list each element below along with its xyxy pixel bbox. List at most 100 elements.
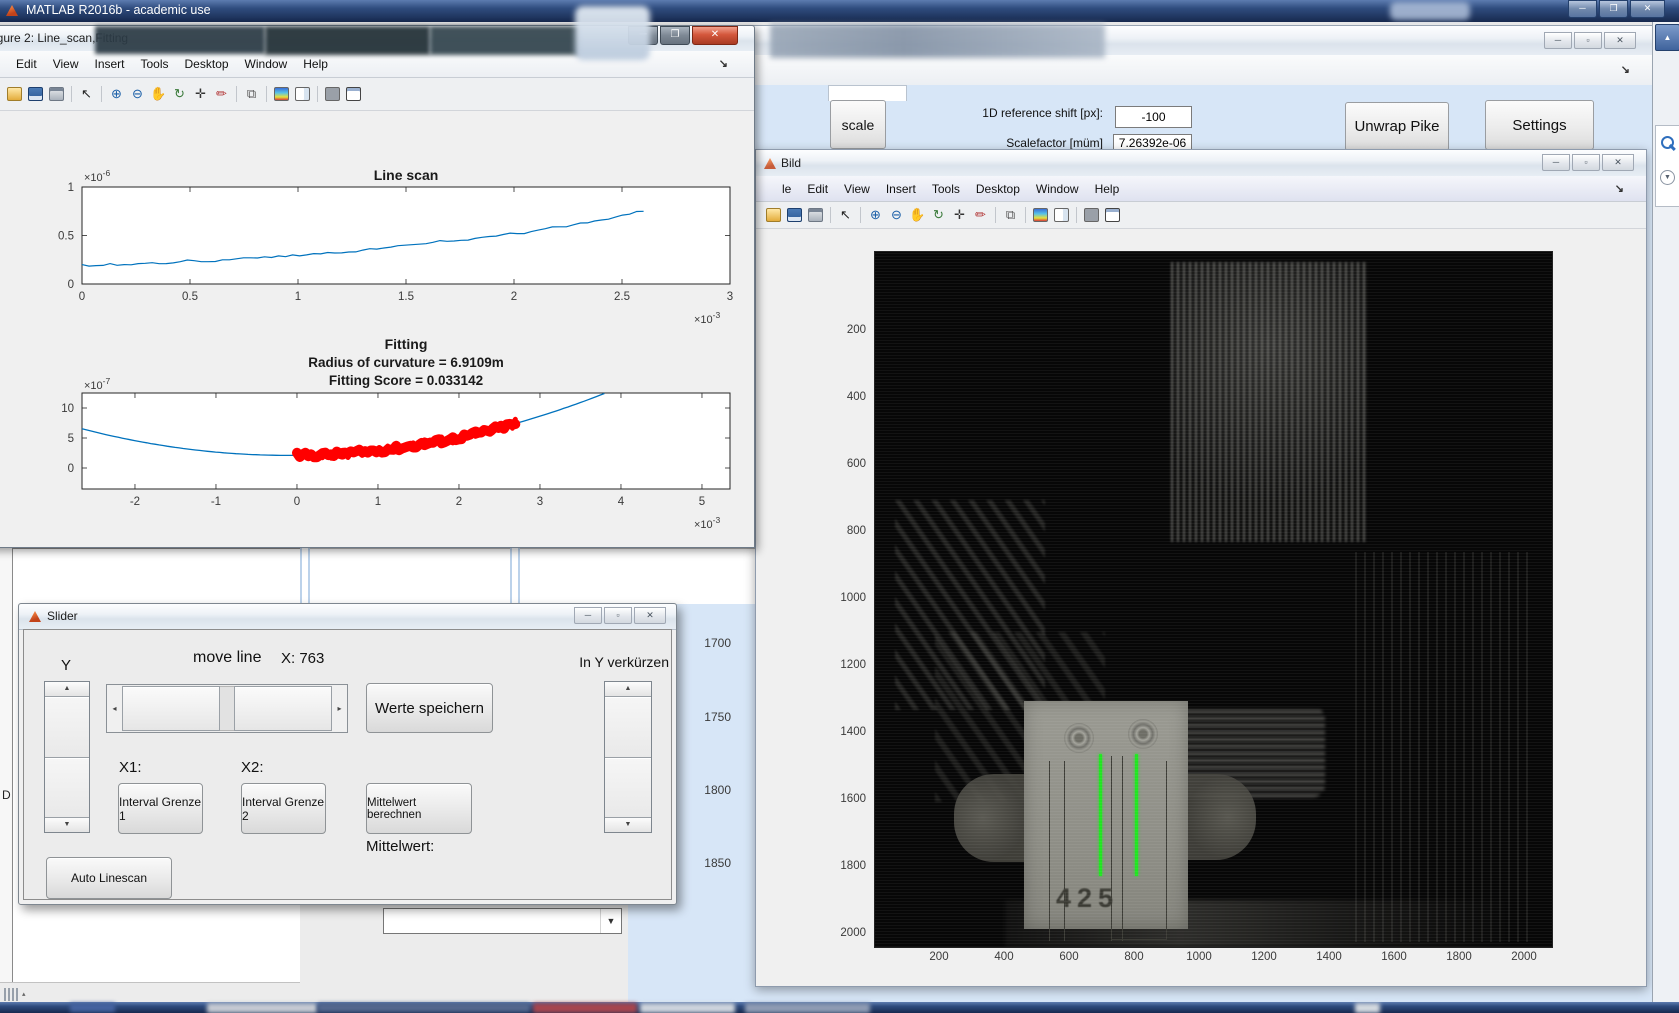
- menu-item-view[interactable]: View: [45, 57, 87, 71]
- mean-button[interactable]: Mittelwert berechnen: [366, 783, 472, 834]
- bild-minimize-button[interactable]: ─: [1542, 154, 1570, 171]
- combobox-arrow-icon[interactable]: ▼: [600, 909, 621, 933]
- move-line-slider[interactable]: ◂ ▸: [106, 684, 348, 733]
- insert-colorbar-icon[interactable]: [1032, 207, 1049, 223]
- link-plots-icon[interactable]: ⧉: [243, 86, 260, 102]
- menu-item-window[interactable]: Window: [237, 57, 296, 71]
- auto-linescan-button[interactable]: Auto Linescan: [46, 857, 172, 899]
- taskbar-item[interactable]: [318, 1003, 530, 1012]
- y-slider-left[interactable]: ▲ ▼: [44, 681, 90, 833]
- dock-arrow-icon[interactable]: ↘: [711, 57, 736, 70]
- slider-down-icon[interactable]: ▼: [45, 817, 89, 832]
- taskbar-item[interactable]: [533, 1003, 637, 1013]
- scale-button[interactable]: scale: [830, 100, 886, 149]
- bild-maximize-button[interactable]: ▫: [1572, 154, 1600, 171]
- slider-close-button[interactable]: ✕: [634, 607, 666, 624]
- menu-item-desktop[interactable]: Desktop: [968, 182, 1028, 196]
- data-cursor-icon[interactable]: ✛: [192, 86, 209, 102]
- bild-close-button[interactable]: ✕: [1602, 154, 1634, 171]
- figure2-window[interactable]: igure 2: Line_scan,Fitting ─ ❐ ✕ ↘ EditV…: [0, 25, 755, 548]
- taskbar-item[interactable]: [745, 1003, 870, 1013]
- pan-hand-icon[interactable]: ✋: [909, 207, 926, 223]
- taskbar-item[interactable]: [640, 1003, 735, 1013]
- ref-shift-input[interactable]: -100: [1115, 106, 1192, 128]
- slider-left-icon[interactable]: ◂: [107, 685, 122, 732]
- plot-tools-show-icon[interactable]: [345, 86, 362, 102]
- gui-maximize-button[interactable]: ▫: [1574, 32, 1602, 49]
- bild-image-axes[interactable]: 425: [874, 251, 1553, 948]
- plot-tools-show-icon[interactable]: [1104, 207, 1121, 223]
- taskbar-item[interactable]: [1355, 1003, 1380, 1013]
- slider-up-icon[interactable]: ▲: [45, 682, 89, 697]
- slider-titlebar[interactable]: Slider ─ ▫ ✕: [19, 604, 676, 630]
- sidebar-collapse-button[interactable]: ▲: [1655, 24, 1679, 51]
- open-folder-icon[interactable]: [6, 86, 23, 102]
- close-button[interactable]: ✕: [1630, 0, 1665, 18]
- result-combobox[interactable]: ▼: [383, 908, 622, 934]
- y-slider-right[interactable]: ▲ ▼: [604, 681, 652, 833]
- menu-item-tools[interactable]: Tools: [924, 182, 968, 196]
- plot-tools-hide-icon[interactable]: [324, 86, 341, 102]
- zoom-out-icon[interactable]: ⊖: [888, 207, 905, 223]
- menu-item-help[interactable]: Help: [295, 57, 336, 71]
- maximize-button[interactable]: ❐: [1599, 0, 1628, 18]
- rotate-3d-icon[interactable]: ↻: [171, 86, 188, 102]
- dock-arrow-icon[interactable]: ↘: [1607, 182, 1632, 195]
- minimize-button[interactable]: ─: [1568, 0, 1597, 18]
- scroll-grip-icon[interactable]: [4, 988, 19, 1001]
- menu-item-window[interactable]: Window: [1028, 182, 1087, 196]
- brush-icon[interactable]: ✏: [972, 207, 989, 223]
- pointer-icon[interactable]: ↖: [837, 207, 854, 223]
- grip-arrow-icon[interactable]: ▴: [22, 990, 26, 998]
- unwrap-pike-button[interactable]: Unwrap Pike: [1345, 102, 1449, 151]
- menu-item-edit[interactable]: Edit: [8, 57, 45, 71]
- save-icon[interactable]: [786, 207, 803, 223]
- menu-item-view[interactable]: View: [836, 182, 878, 196]
- gui-close-button[interactable]: ✕: [1604, 32, 1636, 49]
- interval2-button[interactable]: Interval Grenze 2: [241, 783, 326, 834]
- link-plots-icon[interactable]: ⧉: [1002, 207, 1019, 223]
- data-cursor-icon[interactable]: ✛: [951, 207, 968, 223]
- figure2-plots[interactable]: 00.511.522.5300.51Line scan×10-6×10-3Fit…: [41, 163, 741, 563]
- menu-item-insert[interactable]: Insert: [86, 57, 132, 71]
- print-icon[interactable]: [807, 207, 824, 223]
- rotate-3d-icon[interactable]: ↻: [930, 207, 947, 223]
- zoom-out-icon[interactable]: ⊖: [129, 86, 146, 102]
- insert-legend-icon[interactable]: [1053, 207, 1070, 223]
- slider-up-icon[interactable]: ▲: [605, 682, 651, 697]
- bild-titlebar[interactable]: Bild ─ ▫ ✕: [756, 150, 1646, 177]
- slider-right-icon[interactable]: ▸: [332, 685, 347, 732]
- menu-item-insert[interactable]: Insert: [878, 182, 924, 196]
- gui-minimize-button[interactable]: ─: [1544, 32, 1572, 49]
- figure2-close-button[interactable]: ✕: [692, 26, 738, 45]
- menu-item-help[interactable]: Help: [1087, 182, 1128, 196]
- chevron-down-circle-icon[interactable]: ▼: [1660, 170, 1675, 185]
- zoom-in-icon[interactable]: ⊕: [108, 86, 125, 102]
- plot-tools-hide-icon[interactable]: [1083, 207, 1100, 223]
- dock-arrow-icon[interactable]: ↘: [1613, 63, 1638, 76]
- insert-legend-icon[interactable]: [294, 86, 311, 102]
- taskbar-item[interactable]: [207, 1003, 317, 1013]
- slider-down-icon[interactable]: ▼: [605, 817, 651, 832]
- menu-item-desktop[interactable]: Desktop: [177, 57, 237, 71]
- slider-window[interactable]: Slider ─ ▫ ✕ Y ▲ ▼ move line X: 763 ◂ ▸ …: [18, 603, 677, 905]
- slider-minimize-button[interactable]: ─: [574, 607, 602, 624]
- bild-window[interactable]: Bild ─ ▫ ✕ ↘ leEditViewInsertToolsDeskto…: [755, 149, 1647, 987]
- search-icon[interactable]: [1661, 136, 1674, 149]
- figure2-maximize-button[interactable]: ❐: [660, 26, 690, 45]
- menu-item-tools[interactable]: Tools: [133, 57, 177, 71]
- interval1-button[interactable]: Interval Grenze 1: [118, 783, 203, 834]
- save-values-button[interactable]: Werte speichern: [366, 683, 493, 733]
- brush-icon[interactable]: ✏: [213, 86, 230, 102]
- print-icon[interactable]: [48, 86, 65, 102]
- menu-item-edit[interactable]: Edit: [799, 182, 836, 196]
- zoom-in-icon[interactable]: ⊕: [867, 207, 884, 223]
- pointer-icon[interactable]: ↖: [78, 86, 95, 102]
- slider-maximize-button[interactable]: ▫: [604, 607, 632, 624]
- save-icon[interactable]: [27, 86, 44, 102]
- taskbar-item[interactable]: [70, 1003, 115, 1012]
- pan-hand-icon[interactable]: ✋: [150, 86, 167, 102]
- slider-thumb[interactable]: [220, 686, 234, 731]
- menu-item-le[interactable]: le: [774, 182, 799, 196]
- open-folder-icon[interactable]: [765, 207, 782, 223]
